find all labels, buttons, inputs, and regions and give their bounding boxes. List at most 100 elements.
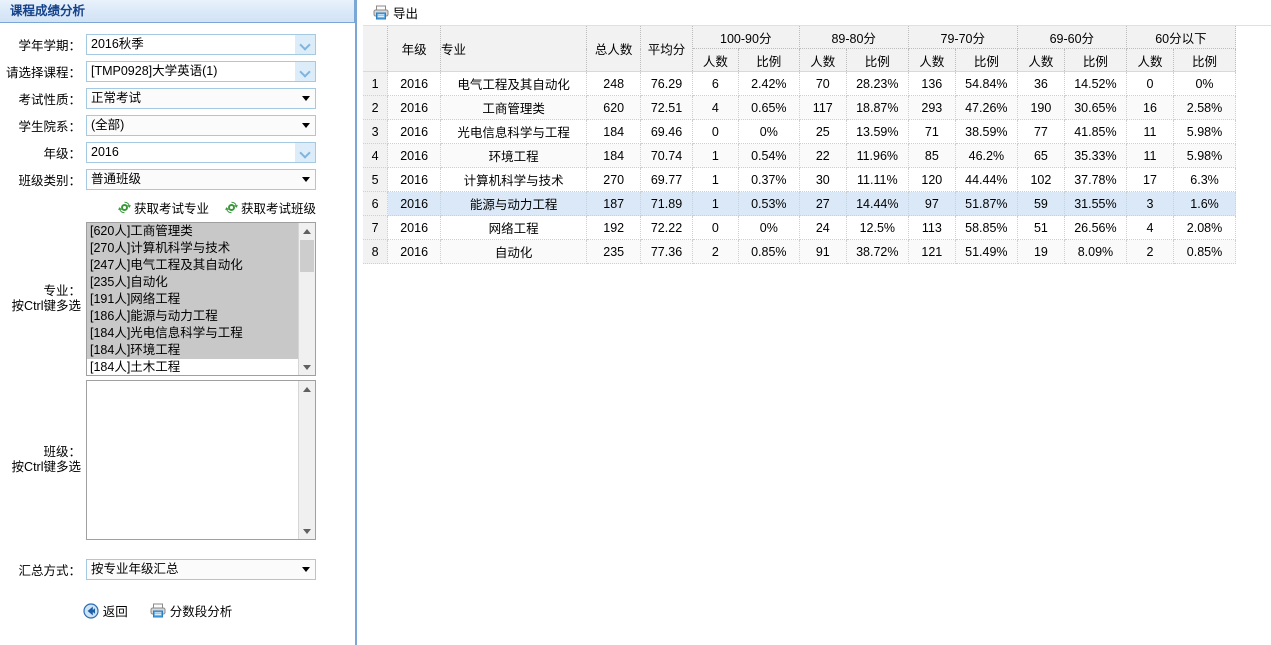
- sub-column-header[interactable]: 比例: [738, 48, 800, 72]
- column-header[interactable]: 总人数: [586, 26, 642, 72]
- term-select[interactable]: 2016秋季: [86, 34, 316, 55]
- list-item[interactable]: [186人]能源与动力工程: [87, 308, 299, 325]
- band-ratio-cell: 11.96%: [846, 143, 909, 168]
- table-row[interactable]: 3 2016 光电信息科学与工程 184 69.46 0 0% 25 13.59% 71 38.59…: [363, 119, 1236, 144]
- list-item[interactable]: [184人]环境工程: [87, 342, 299, 359]
- list-item[interactable]: [620人]工商管理类: [87, 223, 299, 240]
- export-button[interactable]: 导出: [373, 3, 418, 22]
- scroll-up-icon[interactable]: [299, 223, 315, 239]
- grade-distribution-table: 年级 专业 总人数 平均分 100-90分 89-80分 79-70分 69-60分 60分以下…: [363, 26, 1237, 264]
- triangle-down-icon[interactable]: [297, 89, 315, 108]
- average-score-cell: 70.74: [640, 143, 693, 168]
- average-score-cell: 72.22: [640, 215, 693, 240]
- sub-column-header[interactable]: 比例: [1064, 48, 1127, 72]
- sub-column-header[interactable]: 人数: [908, 48, 956, 72]
- band-ratio-cell: 5.98%: [1173, 143, 1236, 168]
- fetch-exam-classes-link[interactable]: 获取考试班级: [225, 198, 316, 217]
- grade-cell: 2016: [387, 95, 442, 120]
- department-select[interactable]: (全部): [86, 115, 316, 136]
- summary-mode-select[interactable]: 按专业年级汇总: [86, 559, 316, 580]
- sub-column-header[interactable]: 人数: [692, 48, 739, 72]
- score-range-analysis-button[interactable]: 分数段分析: [150, 601, 233, 620]
- triangle-down-icon[interactable]: [297, 170, 315, 189]
- sub-column-header[interactable]: 比例: [1173, 48, 1236, 72]
- band-count-cell: 16: [1126, 95, 1175, 120]
- grade-cell: 2016: [387, 215, 442, 240]
- band-ratio-cell: 44.44%: [955, 167, 1018, 192]
- major-list-label: 专业： 按Ctrl键多选: [0, 284, 86, 314]
- column-header[interactable]: 年级: [387, 26, 442, 72]
- major-listbox[interactable]: [620人]工商管理类 [270人]计算机科学与技术 [247人]电气工程及其自动化…: [86, 222, 316, 376]
- sub-column-header[interactable]: 比例: [846, 48, 909, 72]
- class-list-scrollbar[interactable]: [298, 381, 315, 539]
- table-row[interactable]: 8 2016 自动化 235 77.36 2 0.85% 91 38.72% 121 51.49% 1…: [363, 239, 1236, 264]
- scroll-down-icon[interactable]: [299, 523, 315, 539]
- scroll-down-icon[interactable]: [299, 359, 315, 375]
- table-row[interactable]: 4 2016 环境工程 184 70.74 1 0.54% 22 11.96% 85 46.2% 65…: [363, 143, 1236, 168]
- chevron-down-icon[interactable]: [295, 62, 315, 81]
- band-ratio-cell: 51.87%: [955, 191, 1018, 216]
- grade-cell: 2016: [387, 71, 442, 96]
- band-ratio-cell: 31.55%: [1064, 191, 1127, 216]
- column-header[interactable]: 平均分: [640, 26, 693, 72]
- grade-cell: 2016: [387, 143, 442, 168]
- band-count-cell: 1: [692, 143, 739, 168]
- band-ratio-cell: 1.6%: [1173, 191, 1236, 216]
- sub-column-header[interactable]: 比例: [955, 48, 1018, 72]
- table-row[interactable]: 2 2016 工商管理类 620 72.51 4 0.65% 117 18.87% 293 47.2…: [363, 95, 1236, 120]
- list-item[interactable]: [270人]计算机科学与技术: [87, 240, 299, 257]
- major-list-scrollbar[interactable]: [298, 223, 315, 375]
- list-item[interactable]: [247人]电气工程及其自动化: [87, 257, 299, 274]
- table-row[interactable]: 1 2016 电气工程及其自动化 248 76.29 6 2.42% 70 28.23% 136 5…: [363, 71, 1236, 96]
- triangle-down-icon[interactable]: [297, 560, 315, 579]
- band-count-cell: 1: [692, 167, 739, 192]
- band-ratio-cell: 14.44%: [846, 191, 909, 216]
- class-listbox[interactable]: [86, 380, 316, 540]
- fetch-exam-majors-link[interactable]: 获取考试专业: [118, 198, 209, 217]
- sub-column-header[interactable]: 人数: [799, 48, 847, 72]
- list-item[interactable]: [184人]土木工程: [87, 359, 299, 375]
- scroll-up-icon[interactable]: [299, 381, 315, 397]
- band-ratio-cell: 54.84%: [955, 71, 1018, 96]
- column-header[interactable]: [363, 26, 389, 72]
- course-select-value: [TMP0928]大学英语(1): [91, 64, 218, 78]
- band-count-cell: 11: [1126, 119, 1175, 144]
- sub-column-header[interactable]: 人数: [1126, 48, 1175, 72]
- back-button[interactable]: 返回: [83, 601, 128, 620]
- band-ratio-cell: 14.52%: [1064, 71, 1127, 96]
- band-ratio-cell: 38.72%: [846, 239, 909, 264]
- column-header[interactable]: 专业: [440, 26, 588, 72]
- list-item[interactable]: [235人]自动化: [87, 274, 299, 291]
- department-select-value: (全部): [91, 118, 125, 132]
- band-count-cell: 2: [1126, 239, 1175, 264]
- exam-type-select[interactable]: 正常考试: [86, 88, 316, 109]
- band-ratio-cell: 12.5%: [846, 215, 909, 240]
- course-select[interactable]: [TMP0928]大学英语(1): [86, 61, 316, 82]
- chevron-down-icon[interactable]: [295, 35, 315, 54]
- grade-select[interactable]: 2016: [86, 142, 316, 163]
- list-item[interactable]: [184人]光电信息科学与工程: [87, 325, 299, 342]
- band-count-cell: 36: [1017, 71, 1066, 96]
- scroll-thumb[interactable]: [300, 240, 314, 272]
- table-row[interactable]: 6 2016 能源与动力工程 187 71.89 1 0.53% 27 14.44% 97 51.8…: [363, 191, 1236, 216]
- table-header-row-groups: 年级 专业 总人数 平均分 100-90分 89-80分 79-70分 69-60分 60分以下: [363, 26, 1237, 72]
- list-item[interactable]: [191人]网络工程: [87, 291, 299, 308]
- row-number-cell: 2: [363, 95, 389, 120]
- class-type-select[interactable]: 普通班级: [86, 169, 316, 190]
- triangle-down-icon[interactable]: [297, 116, 315, 135]
- table-row[interactable]: 7 2016 网络工程 192 72.22 0 0% 24 12.5% 113 58.85% 51 26…: [363, 215, 1236, 240]
- table-row[interactable]: 5 2016 计算机科学与技术 270 69.77 1 0.37% 30 11.11% 120 44…: [363, 167, 1236, 192]
- sub-column-header[interactable]: 人数: [1017, 48, 1066, 72]
- band-ratio-cell: 46.2%: [955, 143, 1018, 168]
- band-count-cell: 0: [1126, 71, 1175, 96]
- department-select-row: 学生院系： (全部): [0, 112, 355, 139]
- score-range-analysis-button-label: 分数段分析: [169, 605, 233, 619]
- average-score-cell: 69.46: [640, 119, 693, 144]
- class-type-select-label: 班级类别：: [18, 174, 81, 188]
- band-count-cell: 24: [799, 215, 847, 240]
- class-type-select-row: 班级类别： 普通班级: [0, 166, 355, 193]
- band-count-cell: 51: [1017, 215, 1066, 240]
- chevron-down-icon[interactable]: [295, 143, 315, 162]
- major-label-line1: 专业：: [43, 284, 81, 298]
- class-label-line2: 按Ctrl键多选: [11, 460, 81, 474]
